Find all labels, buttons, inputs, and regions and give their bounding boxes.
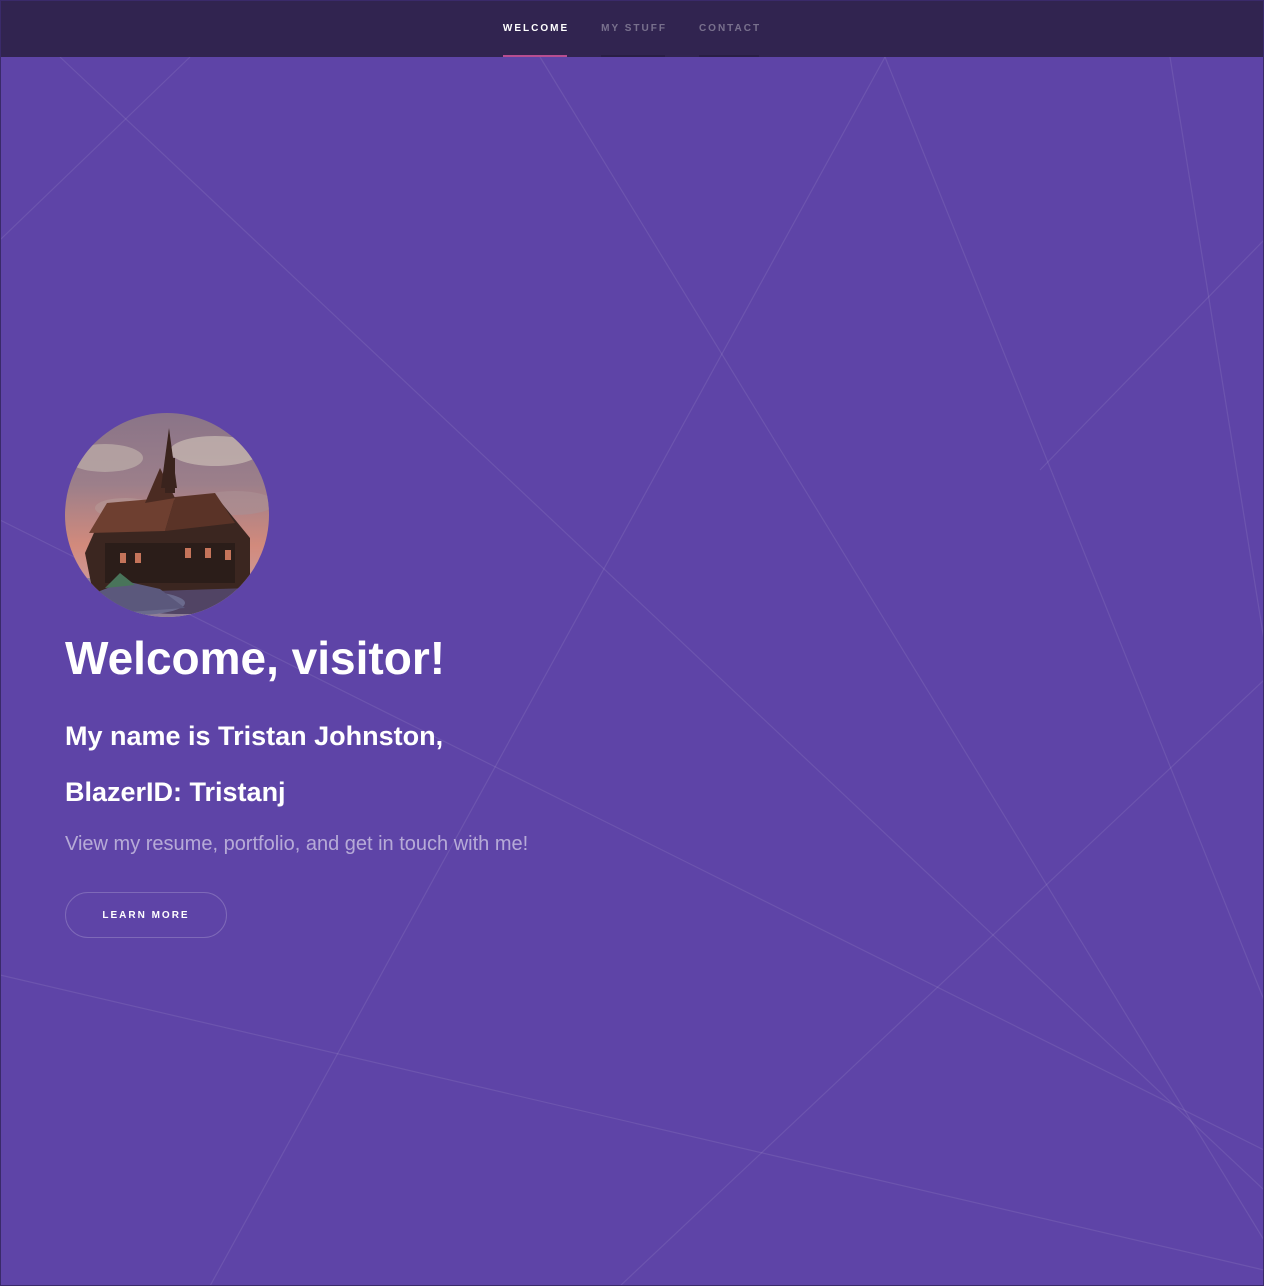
hero-section: Welcome, visitor! My name is Tristan Joh… bbox=[65, 413, 765, 939]
tagline: View my resume, portfolio, and get in to… bbox=[65, 833, 529, 856]
learn-more-button[interactable]: LEARN MORE bbox=[65, 892, 227, 939]
name-line: My name is Tristan Johnston, bbox=[65, 720, 444, 751]
page-title: Welcome, visitor! bbox=[65, 632, 446, 684]
nav-item-contact[interactable]: CONTACT bbox=[698, 0, 761, 57]
nav-item-my-stuff[interactable]: MY STUFF bbox=[601, 0, 667, 57]
top-navigation: WELCOME MY STUFF CONTACT bbox=[0, 0, 1264, 57]
blazer-id-line: BlazerID: Tristanj bbox=[65, 776, 286, 807]
nav-list: WELCOME MY STUFF CONTACT bbox=[0, 0, 1264, 57]
nav-item-welcome[interactable]: WELCOME bbox=[502, 0, 569, 57]
avatar-house-image bbox=[65, 413, 269, 617]
